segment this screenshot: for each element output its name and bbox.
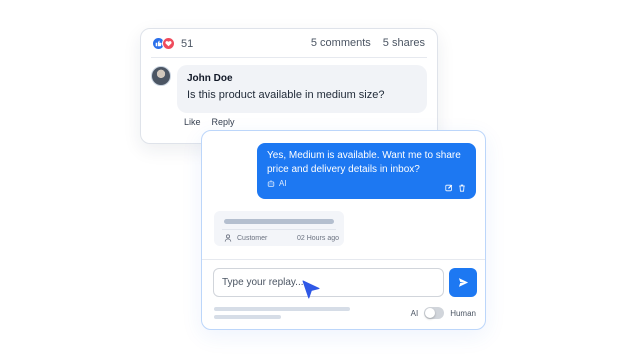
customer-message-card: Customer 02 Hours ago: [214, 211, 344, 246]
send-button[interactable]: [449, 268, 477, 297]
switch-knob: [425, 308, 436, 318]
customer-role: Customer: [237, 234, 268, 242]
ai-badge: AI: [267, 179, 466, 188]
customer-card-divider: [222, 229, 336, 230]
agent-message-text: Yes, Medium is available. Want me to sha…: [267, 150, 461, 175]
composer-divider: [202, 259, 485, 260]
comment-actions: Like Reply: [184, 117, 235, 127]
ai-human-toggle: AI Human: [411, 307, 476, 319]
mode-switch[interactable]: [424, 307, 445, 319]
message-tools: [445, 184, 466, 192]
ai-mode-label: AI: [410, 308, 419, 318]
robot-icon: [267, 180, 275, 188]
human-mode-label: Human: [450, 308, 476, 318]
reaction-icons: [152, 37, 175, 50]
love-reaction-icon: [162, 37, 175, 50]
edit-icon[interactable]: [445, 184, 453, 192]
user-icon: [224, 234, 232, 242]
delete-icon[interactable]: [458, 184, 466, 192]
send-icon: [458, 278, 468, 287]
mouse-pointer-icon: [302, 280, 320, 299]
post-divider: [151, 57, 427, 58]
comment-text: Is this product available in medium size…: [187, 89, 385, 101]
message-time: 02 Hours ago: [296, 234, 339, 242]
ai-badge-label: AI: [279, 179, 287, 188]
hint-line-2: [214, 315, 281, 319]
reaction-count: 51: [181, 37, 194, 50]
shares-count-link[interactable]: 5 shares: [383, 37, 425, 49]
agent-message-bubble: Yes, Medium is available. Want me to sha…: [257, 143, 476, 199]
like-link[interactable]: Like: [184, 117, 201, 127]
hint-line-1: [214, 307, 350, 311]
reactions-summary[interactable]: 51: [152, 37, 193, 50]
stage: 51 5 comments 5 shares John Doe Is this …: [0, 0, 636, 356]
social-post-card: 51 5 comments 5 shares John Doe Is this …: [140, 28, 438, 144]
comment-author[interactable]: John Doe: [187, 73, 417, 84]
comment-bubble: John Doe Is this product available in me…: [177, 65, 427, 113]
chat-panel: Yes, Medium is available. Want me to sha…: [201, 130, 486, 330]
post-stats: 5 comments 5 shares: [311, 37, 425, 49]
reply-input[interactable]: [213, 268, 444, 297]
message-placeholder-line: [224, 219, 334, 224]
avatar[interactable]: [151, 66, 171, 86]
comments-count-link[interactable]: 5 comments: [311, 37, 371, 49]
reply-link[interactable]: Reply: [212, 117, 235, 127]
customer-meta: Customer 02 Hours ago: [224, 234, 339, 242]
